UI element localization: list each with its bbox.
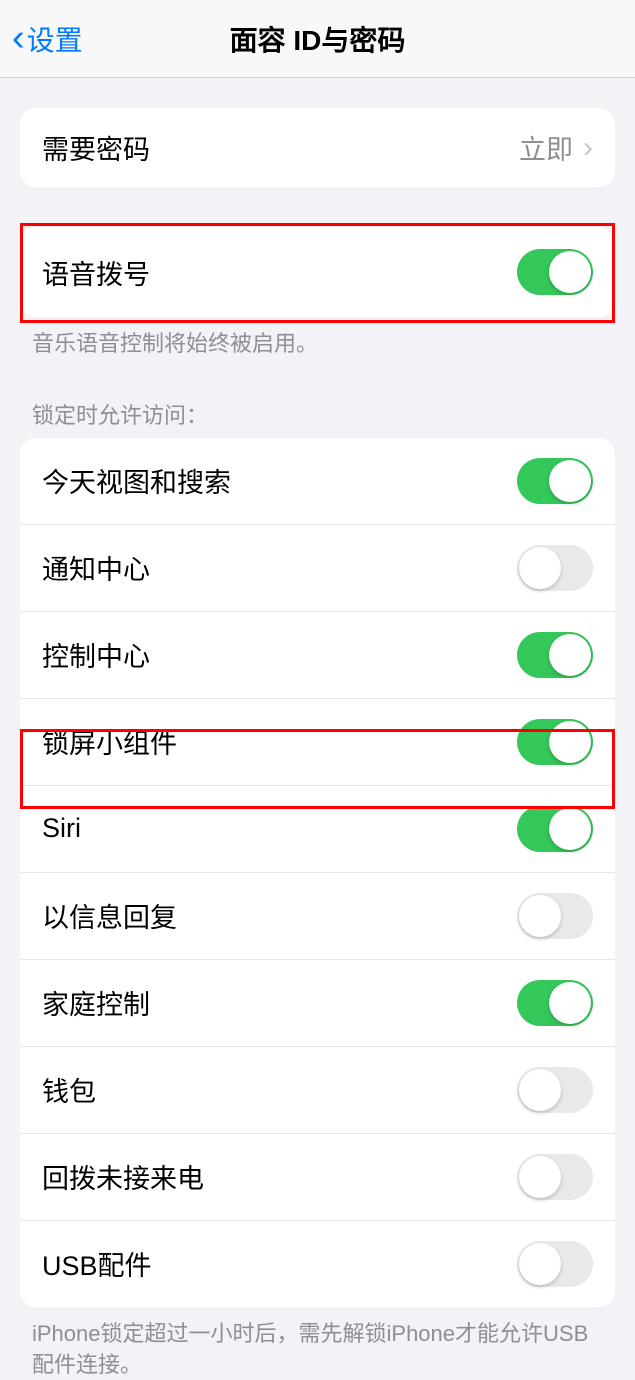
lock-access-row: USB配件 [20,1221,615,1307]
lock-access-header: 锁定时允许访问： [0,360,635,438]
lock-access-row: 回拨未接来电 [20,1134,615,1221]
back-button[interactable]: ‹ 设置 [12,17,83,60]
require-passcode-value: 立即 [519,128,573,167]
lock-access-row: 通知中心 [20,525,615,612]
lock-access-toggle[interactable] [517,458,593,504]
lock-access-toggle[interactable] [517,545,593,591]
voice-dial-toggle[interactable] [517,249,593,295]
lock-access-item-label: 控制中心 [42,635,150,674]
lock-access-group: 今天视图和搜索通知中心控制中心锁屏小组件 Siri 以信息回复家庭控制钱包回拨未接来… [20,438,615,1307]
chevron-right-icon: › [583,131,593,165]
lock-access-footer: iPhone锁定超过一小时后，需先解锁iPhone才能允许USB配件连接。 [0,1307,635,1380]
lock-access-toggle[interactable] [517,806,593,852]
passcode-group: 需要密码 立即 › [20,108,615,187]
lock-access-row: 家庭控制 [20,960,615,1047]
lock-access-item-label: USB配件 [42,1244,152,1283]
lock-access-row: 以信息回复 [20,873,615,960]
navigation-bar: ‹ 设置 面容 ID与密码 [0,0,635,78]
require-passcode-row[interactable]: 需要密码 立即 › [20,108,615,187]
lock-access-row: 控制中心 [20,612,615,699]
lock-access-item-label: Siri [42,813,81,844]
lock-access-row: Siri [20,786,615,873]
require-passcode-label: 需要密码 [42,128,150,167]
lock-access-item-label: 锁屏小组件 [42,722,177,761]
lock-access-toggle[interactable] [517,719,593,765]
lock-access-item-label: 通知中心 [42,548,150,587]
lock-access-toggle[interactable] [517,893,593,939]
lock-access-item-label: 今天视图和搜索 [42,461,231,500]
chevron-left-icon: ‹ [12,17,25,60]
lock-access-row: 钱包 [20,1047,615,1134]
voice-dial-group: 语音拨号 [20,227,615,317]
lock-access-toggle[interactable] [517,1241,593,1287]
voice-dial-label: 语音拨号 [42,253,150,292]
lock-access-toggle[interactable] [517,1067,593,1113]
lock-access-item-label: 钱包 [42,1070,96,1109]
lock-access-item-label: 家庭控制 [42,983,150,1022]
lock-access-row: 今天视图和搜索 [20,438,615,525]
voice-dial-row: 语音拨号 [20,227,615,317]
lock-access-toggle[interactable] [517,632,593,678]
voice-dial-footer: 音乐语音控制将始终被启用。 [0,317,635,360]
lock-access-toggle[interactable] [517,1154,593,1200]
lock-access-item-label: 以信息回复 [42,896,177,935]
lock-access-row: 锁屏小组件 [20,699,615,786]
back-label: 设置 [27,19,83,59]
page-title: 面容 ID与密码 [230,19,406,59]
lock-access-toggle[interactable] [517,980,593,1026]
lock-access-item-label: 回拨未接来电 [42,1157,204,1196]
